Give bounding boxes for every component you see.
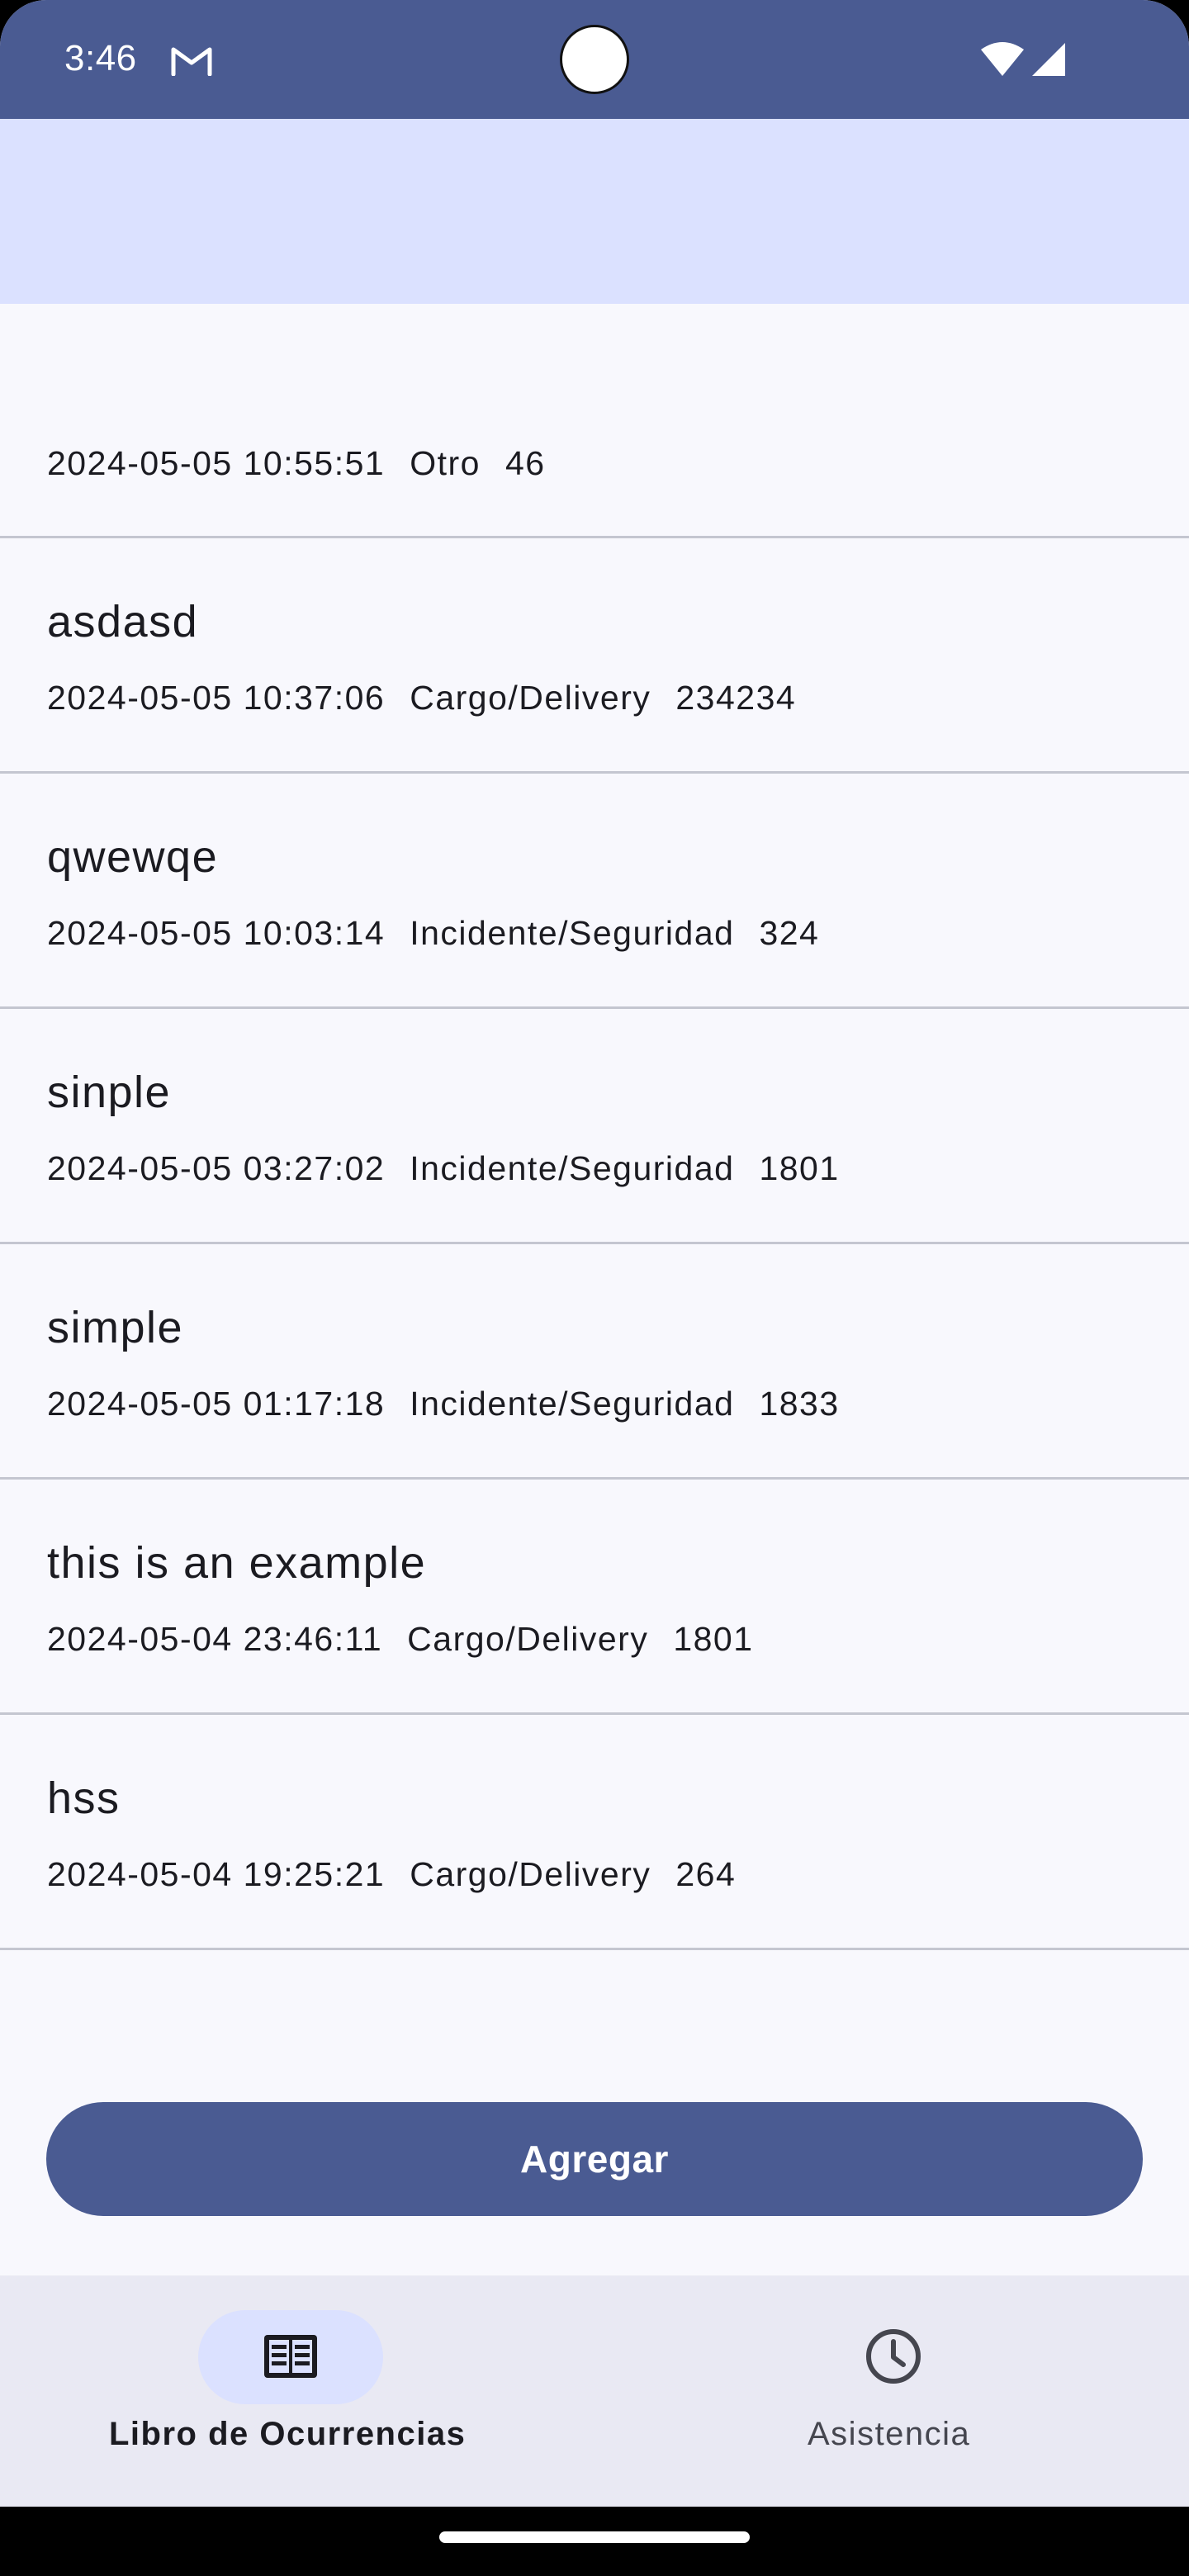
entry-category: Otro xyxy=(410,444,481,482)
list-item[interactable]: this is an example 2024-05-04 23:46:11 Ca… xyxy=(0,1480,1189,1715)
entry-datetime: 2024-05-04 23:46:11 xyxy=(47,1620,383,1658)
entry-number: 1833 xyxy=(759,1385,840,1423)
nav-label: Asistencia xyxy=(808,2416,971,2452)
status-time: 3:46 xyxy=(64,38,137,78)
app-screen: 3:46 2024-05-05 10:55:51 Otro 46 asdasd 20… xyxy=(0,0,1189,2576)
gmail-icon xyxy=(171,47,212,76)
nav-label: Libro de Ocurrencias xyxy=(109,2416,467,2452)
entry-datetime: 2024-05-05 10:37:06 xyxy=(47,679,386,717)
signal-icon xyxy=(1032,43,1065,76)
entry-meta: 2024-05-05 01:17:18 Incidente/Seguridad 18… xyxy=(47,1385,865,1423)
entry-meta: 2024-05-05 10:55:51 Otro 46 xyxy=(47,444,571,483)
entry-meta: 2024-05-04 23:46:11 Cargo/Delivery 1801 xyxy=(47,1620,779,1659)
nav-item-libro-de-ocurrencias[interactable]: Libro de Ocurrencias xyxy=(0,2275,594,2507)
entry-title: hss xyxy=(47,1773,121,1823)
entry-number: 1801 xyxy=(759,1149,840,1187)
entry-number: 324 xyxy=(759,914,820,952)
entry-meta: 2024-05-05 10:37:06 Cargo/Delivery 234234 xyxy=(47,679,821,717)
gesture-bar xyxy=(0,2507,1189,2576)
list-item[interactable]: hss 2024-05-04 19:25:21 Cargo/Delivery 264 xyxy=(0,1715,1189,1950)
entry-category: Incidente/Seguridad xyxy=(410,914,735,952)
entry-title: asdasd xyxy=(47,597,199,646)
entry-number: 234234 xyxy=(675,679,797,717)
entry-category: Cargo/Delivery xyxy=(407,1620,649,1658)
entry-category: Incidente/Seguridad xyxy=(410,1149,735,1187)
entry-datetime: 2024-05-05 10:55:51 xyxy=(47,444,386,482)
list-item[interactable]: qwewqe 2024-05-05 10:03:14 Incidente/Segu… xyxy=(0,774,1189,1009)
entry-datetime: 2024-05-05 10:03:14 xyxy=(47,914,386,952)
clock-icon xyxy=(866,2329,921,2384)
add-button[interactable]: Agregar xyxy=(46,2102,1143,2216)
entry-meta: 2024-05-05 10:03:14 Incidente/Seguridad 32… xyxy=(47,914,844,953)
list-item[interactable]: sinple 2024-05-05 03:27:02 Incidente/Segu… xyxy=(0,1009,1189,1244)
camera-cutout xyxy=(560,25,629,94)
list-item[interactable]: 2024-05-05 10:55:51 Otro 46 xyxy=(0,304,1189,538)
entry-datetime: 2024-05-05 03:27:02 xyxy=(47,1149,386,1187)
book-icon xyxy=(264,2335,317,2378)
entry-datetime: 2024-05-05 01:17:18 xyxy=(47,1385,386,1423)
wifi-icon xyxy=(981,42,1024,76)
entry-list[interactable]: 2024-05-05 10:55:51 Otro 46 asdasd 2024-05… xyxy=(0,304,1189,1950)
home-handle[interactable] xyxy=(439,2531,750,2543)
bottom-navigation: Libro de Ocurrencias Asistencia xyxy=(0,2275,1189,2507)
entry-number: 46 xyxy=(504,444,546,482)
entry-category: Cargo/Delivery xyxy=(410,679,651,717)
status-bar: 3:46 xyxy=(0,0,1189,119)
entry-number: 1801 xyxy=(673,1620,754,1658)
entry-category: Cargo/Delivery xyxy=(410,1855,651,1893)
entry-title: sinple xyxy=(47,1068,172,1117)
list-item[interactable]: asdasd 2024-05-05 10:37:06 Cargo/Delivery… xyxy=(0,538,1189,774)
entry-title: simple xyxy=(47,1303,184,1352)
list-item[interactable]: simple 2024-05-05 01:17:18 Incidente/Segu… xyxy=(0,1244,1189,1480)
top-app-bar xyxy=(0,119,1189,304)
entry-number: 264 xyxy=(675,1855,737,1893)
nav-item-asistencia[interactable]: Asistencia xyxy=(594,2275,1189,2507)
entry-category: Incidente/Seguridad xyxy=(410,1385,735,1423)
entry-title: this is an example xyxy=(47,1538,427,1588)
entry-title: qwewqe xyxy=(47,832,219,882)
entry-meta: 2024-05-05 03:27:02 Incidente/Seguridad 18… xyxy=(47,1149,865,1188)
entry-meta: 2024-05-04 19:25:21 Cargo/Delivery 264 xyxy=(47,1855,760,1894)
entry-datetime: 2024-05-04 19:25:21 xyxy=(47,1855,386,1893)
